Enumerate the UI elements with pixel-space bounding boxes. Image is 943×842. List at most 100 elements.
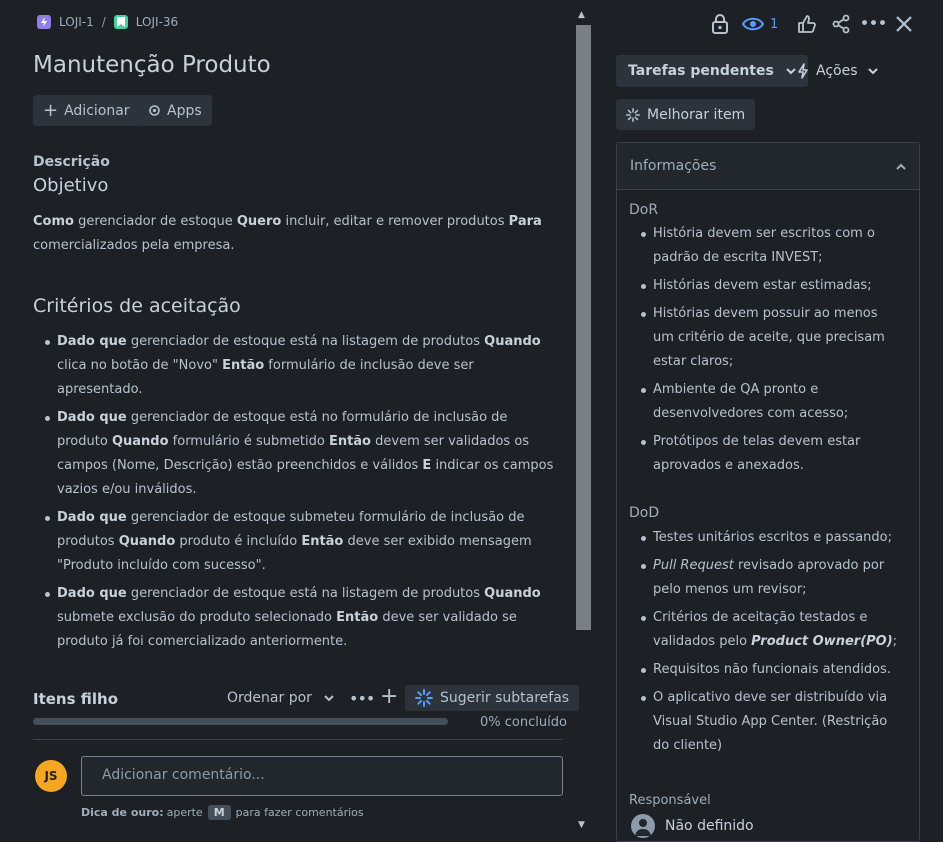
- scroll-down-icon[interactable]: ▼: [578, 820, 585, 830]
- text-segment: ;: [892, 634, 898, 649]
- text-segment: Quando: [484, 334, 541, 349]
- breadcrumb-current-link[interactable]: LOJI-36: [136, 15, 178, 29]
- text-segment: produto é incluído: [175, 534, 302, 549]
- apps-button-label: Apps: [167, 102, 202, 119]
- text-segment: Product Owner(PO): [751, 634, 893, 649]
- list-item: Dado que gerenciador de estoque está na …: [45, 330, 557, 402]
- improve-item-label: Melhorar item: [647, 106, 746, 123]
- list-item: História devem ser escritos com o padrão…: [641, 222, 898, 270]
- more-icon[interactable]: •••: [349, 689, 375, 708]
- text-segment: Testes unitários escritos e passando;: [653, 530, 892, 545]
- chevron-down-icon: [867, 67, 878, 75]
- child-items-label: Itens filho: [33, 690, 118, 708]
- suggest-subtasks-label: Sugerir subtarefas: [440, 690, 570, 706]
- comment-input[interactable]: Adicionar comentário...: [81, 756, 563, 796]
- epic-icon: [37, 15, 51, 29]
- assignee-field[interactable]: Não definido: [631, 814, 754, 838]
- close-icon[interactable]: [892, 12, 916, 36]
- list-item: O aplicativo deve ser distribuído via Vi…: [641, 686, 898, 758]
- sort-label: Ordenar por: [227, 690, 312, 706]
- list-item: Testes unitários escritos e passando;: [641, 526, 898, 550]
- text-segment: Então: [301, 534, 344, 549]
- criteria-heading: Critérios de aceitação: [33, 295, 241, 317]
- text-segment: submete exclusão do produto selecionado: [57, 610, 337, 625]
- info-panel-title: Informações: [630, 158, 717, 174]
- text-segment: Então: [222, 358, 265, 373]
- list-item: Critérios de aceitação testados e valida…: [641, 606, 898, 654]
- improve-item-button[interactable]: Melhorar item: [616, 99, 756, 130]
- text-segment: Quando: [118, 534, 176, 549]
- issue-main-panel: LOJI-1 / LOJI-36 Manutenção Produto + Ad…: [0, 0, 600, 835]
- status-label: Tarefas pendentes: [628, 63, 774, 79]
- text-segment: Dado que: [57, 510, 127, 525]
- text-segment: Protótipos de telas devem estar aprovado…: [653, 434, 861, 473]
- page-title[interactable]: Manutenção Produto: [33, 52, 271, 78]
- list-item: Histórias devem estar estimadas;: [641, 274, 898, 298]
- text-segment: Pull Request: [653, 558, 734, 573]
- list-item: Dado que gerenciador de estoque está no …: [45, 406, 557, 502]
- criteria-list: Dado que gerenciador de estoque está na …: [45, 330, 557, 658]
- text-segment: Ambiente de QA pronto e desenvolvedores …: [653, 382, 849, 421]
- scrollbar-thumb[interactable]: [576, 25, 591, 630]
- suggest-subtasks-button[interactable]: Sugerir subtarefas: [405, 685, 580, 711]
- add-child-icon[interactable]: +: [380, 684, 398, 709]
- lock-icon[interactable]: [708, 12, 732, 36]
- tip-pre: aperte: [166, 806, 203, 819]
- info-panel-header[interactable]: Informações: [617, 143, 919, 190]
- avatar: [631, 814, 655, 838]
- avatar: JS: [35, 760, 67, 792]
- list-item: Protótipos de telas devem estar aprovado…: [641, 430, 898, 478]
- text-segment: clica no botão de "Novo": [57, 358, 223, 373]
- list-item: Histórias devem possuir ao menos um crit…: [641, 302, 898, 374]
- text-segment: Então: [328, 434, 371, 449]
- child-progress-text: 0% concluído: [480, 715, 567, 730]
- child-progress-bar: [33, 718, 448, 725]
- thumbs-up-icon[interactable]: [795, 12, 819, 36]
- breadcrumb: LOJI-1 / LOJI-36: [37, 15, 178, 29]
- tip-post: para fazer comentários: [235, 806, 364, 819]
- sparkle-icon: [415, 689, 433, 707]
- add-button-label: Adicionar: [64, 102, 130, 119]
- assignee-value: Não definido: [665, 818, 754, 834]
- text-segment: Requisitos não funcionais atendidos.: [653, 662, 891, 677]
- breadcrumb-parent-link[interactable]: LOJI-1: [59, 15, 94, 29]
- dod-label: DoD: [629, 505, 660, 521]
- text-segment: Então: [336, 610, 379, 625]
- apps-button[interactable]: Apps: [138, 95, 212, 126]
- add-button[interactable]: + Adicionar: [33, 95, 140, 126]
- text-segment: Histórias devem possuir ao menos um crit…: [653, 306, 885, 369]
- dor-list: História devem ser escritos com o padrão…: [641, 222, 898, 482]
- share-icon[interactable]: [829, 12, 853, 36]
- plus-icon: +: [43, 99, 59, 121]
- bolt-icon: [797, 63, 809, 79]
- scroll-up-icon[interactable]: ▲: [578, 10, 585, 20]
- text-segment: Quero: [236, 214, 282, 229]
- description-label: Descrição: [33, 154, 110, 170]
- sort-dropdown[interactable]: Ordenar por: [227, 690, 335, 706]
- tip-label: Dica de ouro:: [81, 806, 164, 819]
- more-actions-icon[interactable]: •••: [859, 12, 887, 36]
- objective-paragraph: Como gerenciador de estoque Quero inclui…: [33, 210, 553, 258]
- watch-button[interactable]: 1: [742, 12, 782, 36]
- text-segment: O aplicativo deve ser distribuído via Vi…: [653, 690, 888, 753]
- divider: [33, 739, 563, 740]
- chevron-up-icon[interactable]: [896, 163, 906, 170]
- eye-icon: [742, 16, 764, 32]
- text-segment: Para: [508, 214, 542, 229]
- chevron-down-icon: [324, 690, 335, 706]
- dod-list: Testes unitários escritos e passando; Pul…: [641, 526, 898, 762]
- text-segment: gerenciador de estoque está na listagem …: [126, 334, 485, 349]
- status-dropdown[interactable]: Tarefas pendentes: [616, 55, 808, 87]
- text-segment: História devem ser escritos com o padrão…: [653, 226, 875, 265]
- text-segment: comercializados pela empresa.: [33, 238, 235, 253]
- list-item: Pull Request revisado aprovado por pelo …: [641, 554, 898, 602]
- text-segment: Dado que: [57, 410, 127, 425]
- text-segment: E: [422, 458, 432, 473]
- watch-count: 1: [770, 16, 779, 32]
- comment-tip: Dica de ouro: aperte M para fazer coment…: [81, 805, 364, 820]
- text-segment: Como: [33, 214, 74, 229]
- actions-dropdown[interactable]: Ações: [785, 55, 890, 87]
- text-segment: Dado que: [57, 586, 127, 601]
- list-item: Dado que gerenciador de estoque submeteu…: [45, 506, 557, 578]
- objective-heading: Objetivo: [33, 175, 109, 196]
